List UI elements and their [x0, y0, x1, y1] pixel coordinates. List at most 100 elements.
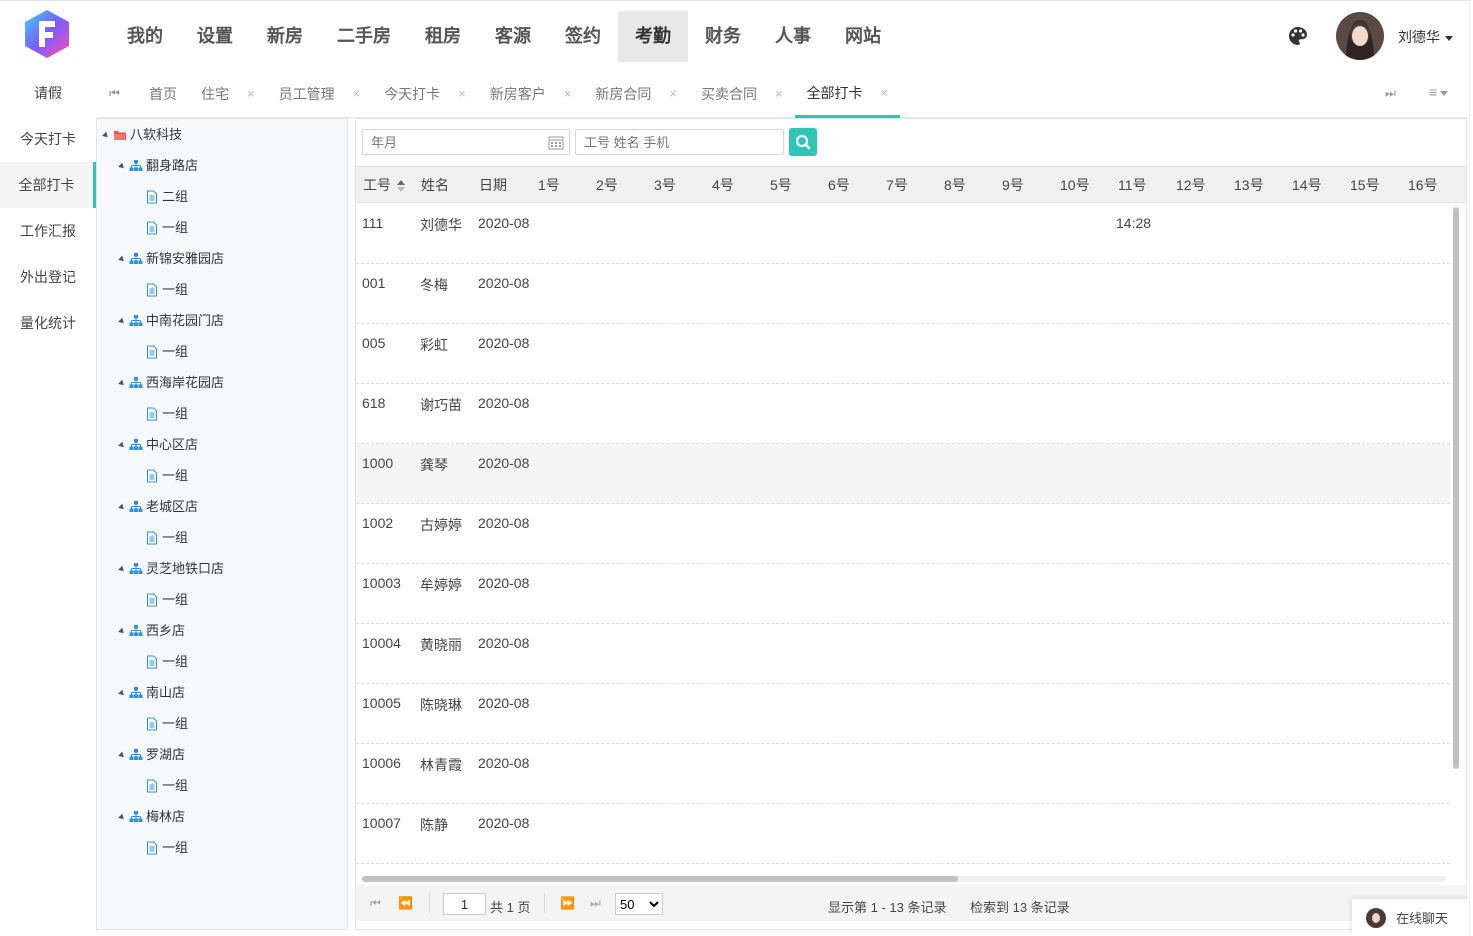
tab[interactable]: 买卖合同 ×	[689, 70, 795, 118]
first-page-icon[interactable]: ⏮	[370, 896, 381, 911]
tree-group[interactable]: 一组	[145, 714, 188, 734]
tree-group[interactable]: 一组	[145, 342, 188, 362]
expand-icon[interactable]	[118, 441, 126, 449]
avatar[interactable]	[1336, 12, 1384, 60]
expand-icon[interactable]	[118, 813, 126, 821]
tab[interactable]: 全部打卡 ×	[794, 70, 901, 118]
table-row[interactable]: 10005 陈晓琳 2020-08	[356, 684, 1450, 744]
tree-store[interactable]: 翻身路店	[118, 156, 198, 176]
column-header[interactable]: 日期	[479, 167, 507, 203]
vertical-scrollbar[interactable]	[1453, 207, 1459, 769]
table-row[interactable]: 111 刘德华 2020-08 14:28	[356, 204, 1450, 264]
column-header[interactable]: 2号	[596, 167, 618, 203]
expand-icon[interactable]	[102, 131, 110, 139]
tree-group[interactable]: 一组	[145, 280, 188, 300]
table-row[interactable]: 10006 林青霞 2020-08	[356, 744, 1450, 804]
column-header[interactable]: 11号	[1118, 167, 1147, 203]
column-header[interactable]: 8号	[944, 167, 966, 203]
last-tab-icon[interactable]: ⏭	[1385, 86, 1396, 101]
tree-store[interactable]: 罗湖店	[118, 745, 185, 765]
tree-store[interactable]: 老城区店	[118, 497, 198, 517]
main-nav-item[interactable]: 我的	[110, 11, 180, 62]
tab[interactable]: 员工管理 ×	[267, 70, 373, 118]
tab-menu-icon[interactable]: ≡	[1429, 84, 1449, 100]
column-header[interactable]: 10号	[1060, 167, 1090, 203]
sub-nav-item[interactable]: 全部打卡	[0, 162, 96, 208]
tab[interactable]: 新房合同 ×	[583, 70, 689, 118]
column-header[interactable]: 14号	[1292, 167, 1322, 203]
logo-f-icon[interactable]	[24, 9, 70, 59]
table-row[interactable]: 10004 黄晓丽 2020-08	[356, 624, 1450, 684]
tab[interactable]: 新房客户 ×	[478, 70, 584, 118]
sub-nav-item[interactable]: 量化统计	[0, 300, 96, 346]
tree-group[interactable]: 一组	[145, 404, 188, 424]
tree-store[interactable]: 灵芝地铁口店	[118, 559, 224, 579]
close-icon[interactable]: ×	[881, 70, 889, 116]
main-nav-item[interactable]: 签约	[548, 11, 618, 62]
main-nav-item[interactable]: 二手房	[320, 11, 408, 62]
tree-store[interactable]: 中心区店	[118, 435, 198, 455]
calendar-icon[interactable]	[548, 135, 564, 150]
table-row[interactable]: 10007 陈静 2020-08	[356, 804, 1450, 864]
tree-group[interactable]: 一组	[145, 652, 188, 672]
expand-icon[interactable]	[118, 751, 126, 759]
tree-store[interactable]: 梅林店	[118, 807, 185, 827]
table-row[interactable]: 10003 牟婷婷 2020-08	[356, 564, 1450, 624]
tree-group[interactable]: 一组	[145, 838, 188, 858]
online-chat-button[interactable]: 在线聊天	[1352, 899, 1470, 936]
first-tab-icon[interactable]: ⏮	[109, 86, 120, 101]
sub-nav-item[interactable]: 请假	[0, 70, 96, 116]
tree-root[interactable]: 八软科技	[102, 125, 182, 145]
expand-icon[interactable]	[118, 689, 126, 697]
column-header[interactable]: 7号	[886, 167, 908, 203]
main-nav-item[interactable]: 新房	[250, 11, 320, 62]
main-nav-item[interactable]: 考勤	[618, 11, 688, 62]
page-size-select[interactable]: 50	[615, 893, 663, 915]
close-icon[interactable]: ×	[775, 71, 783, 117]
main-nav-item[interactable]: 客源	[478, 11, 548, 62]
close-icon[interactable]: ×	[669, 71, 677, 117]
horizontal-scrollbar-track[interactable]	[362, 876, 1446, 882]
prev-page-icon[interactable]: ⏪	[398, 896, 413, 910]
column-header[interactable]: 15号	[1350, 167, 1380, 203]
palette-icon[interactable]	[1288, 26, 1308, 46]
table-row[interactable]: 1002 古婷婷 2020-08	[356, 504, 1450, 564]
tree-group[interactable]: 一组	[145, 590, 188, 610]
main-nav-item[interactable]: 网站	[828, 11, 898, 62]
sub-nav-item[interactable]: 今天打卡	[0, 116, 96, 162]
column-header[interactable]: 3号	[654, 167, 676, 203]
expand-icon[interactable]	[118, 255, 126, 263]
expand-icon[interactable]	[118, 162, 126, 170]
tree-group[interactable]: 一组	[145, 466, 188, 486]
column-header[interactable]: 6号	[828, 167, 850, 203]
tree-store[interactable]: 新锦安雅园店	[118, 249, 224, 269]
main-nav-item[interactable]: 租房	[408, 11, 478, 62]
close-icon[interactable]: ×	[247, 71, 255, 117]
close-icon[interactable]: ×	[353, 71, 361, 117]
tab[interactable]: 首页	[137, 70, 189, 118]
tree-store[interactable]: 西乡店	[118, 621, 185, 641]
search-button[interactable]	[789, 128, 817, 156]
page-input[interactable]	[443, 893, 486, 915]
column-header[interactable]: 12号	[1176, 167, 1206, 203]
expand-icon[interactable]	[118, 503, 126, 511]
next-page-icon[interactable]: ⏩	[560, 896, 575, 910]
tree-group[interactable]: 一组	[145, 528, 188, 548]
column-header[interactable]: 16号	[1408, 167, 1438, 203]
main-nav-item[interactable]: 设置	[180, 11, 250, 62]
last-page-icon[interactable]: ⏭	[590, 896, 601, 911]
tree-store[interactable]: 中南花园门店	[118, 311, 224, 331]
expand-icon[interactable]	[118, 627, 126, 635]
tree-store[interactable]: 西海岸花园店	[118, 373, 224, 393]
close-icon[interactable]: ×	[458, 71, 466, 117]
user-menu[interactable]: 刘德华	[1398, 27, 1453, 47]
tab[interactable]: 住宅 ×	[189, 70, 267, 118]
tab[interactable]: 今天打卡 ×	[372, 70, 478, 118]
main-nav-item[interactable]: 财务	[688, 11, 758, 62]
horizontal-scrollbar[interactable]	[362, 876, 958, 882]
expand-icon[interactable]	[118, 379, 126, 387]
table-row[interactable]: 618 谢巧苗 2020-08	[356, 384, 1450, 444]
sub-nav-item[interactable]: 工作汇报	[0, 208, 96, 254]
main-nav-item[interactable]: 人事	[758, 11, 828, 62]
keyword-input[interactable]	[575, 129, 784, 155]
